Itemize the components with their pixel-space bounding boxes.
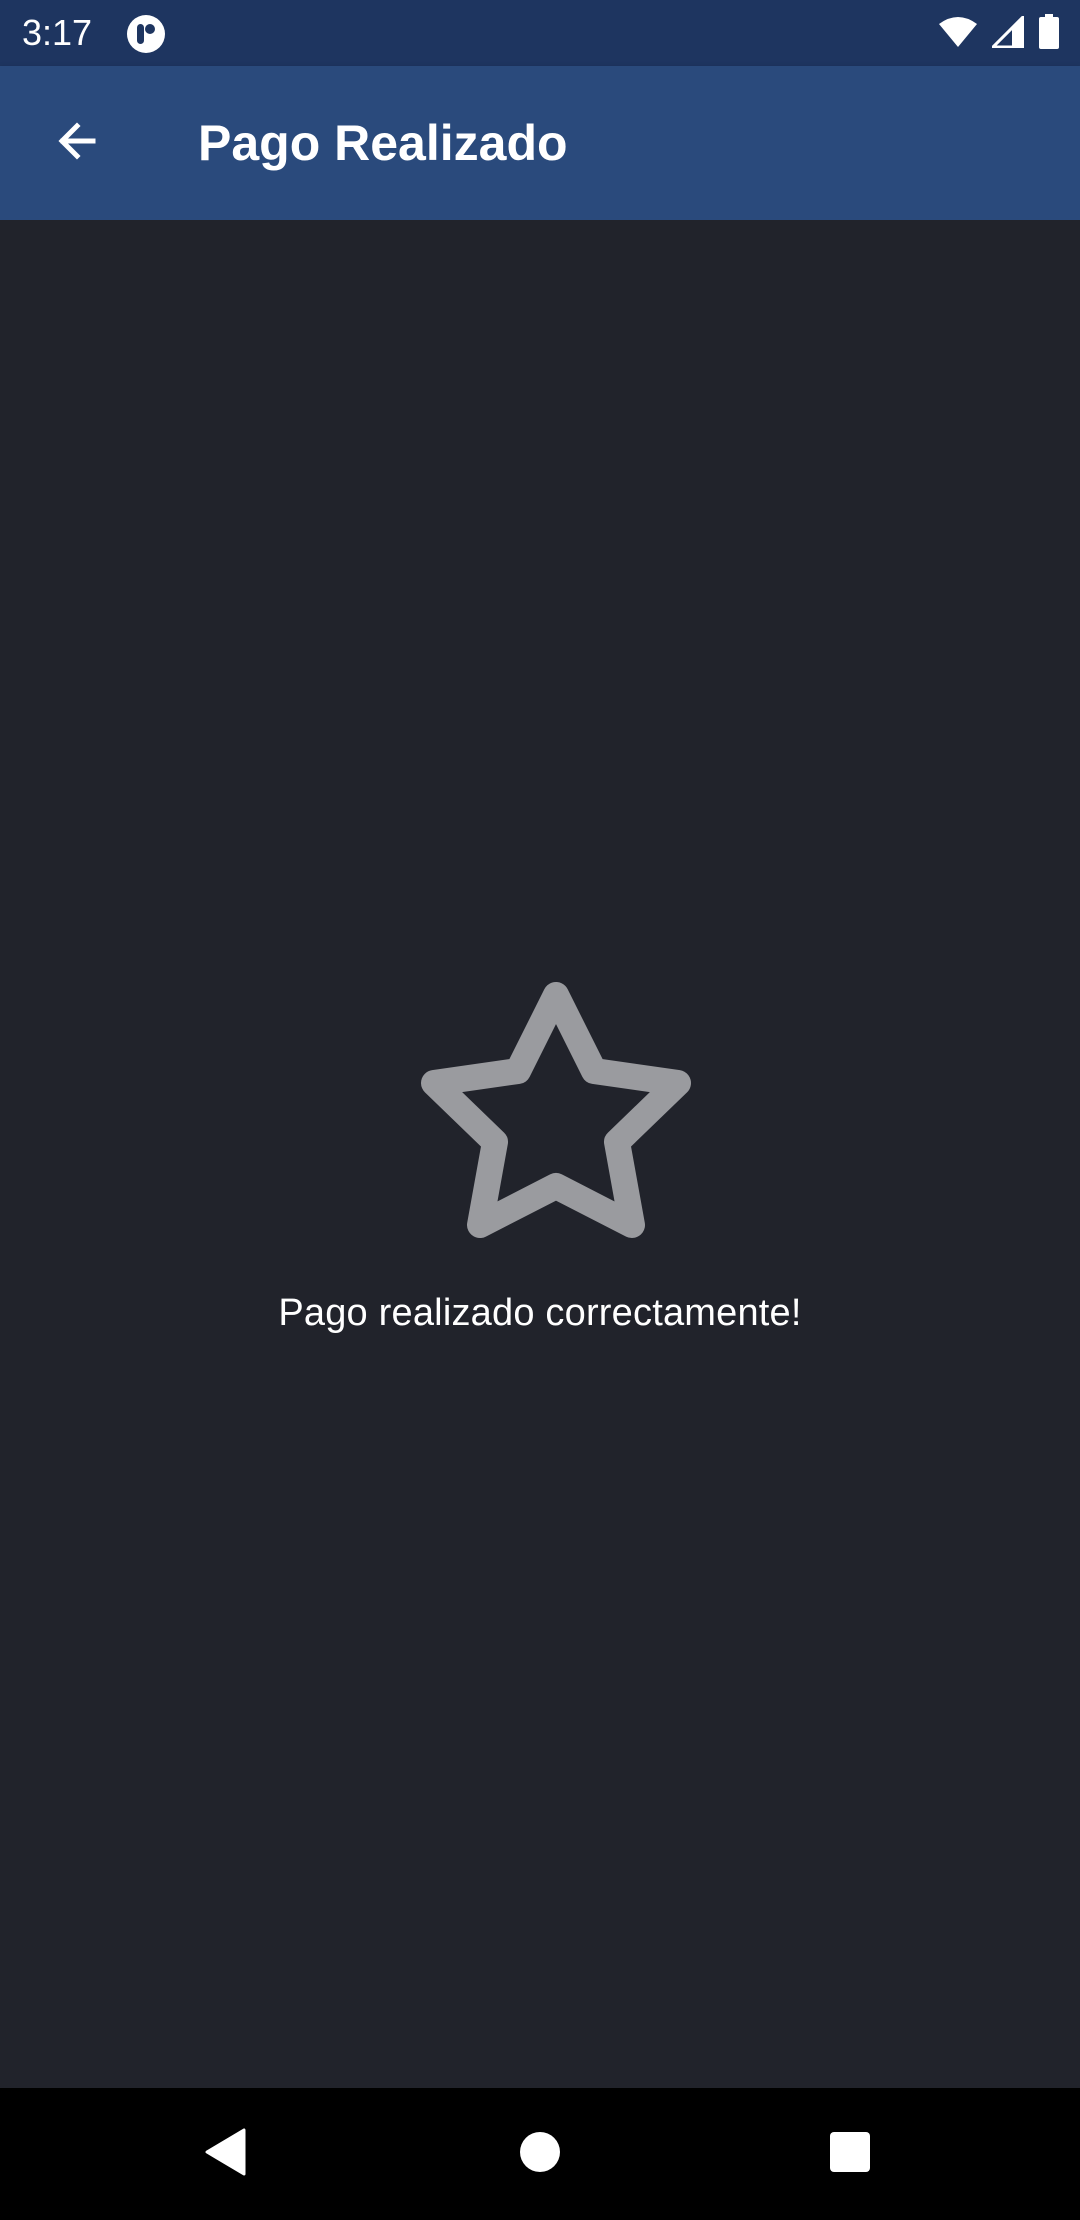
star-outline-icon bbox=[374, 975, 706, 1270]
nav-home-button[interactable] bbox=[504, 2118, 576, 2190]
success-message: Pago realizado correctamente! bbox=[278, 1292, 802, 1334]
arrow-left-icon bbox=[53, 117, 101, 170]
back-triangle-icon bbox=[204, 2128, 248, 2181]
recents-square-icon bbox=[828, 2130, 872, 2179]
status-icons bbox=[938, 12, 1060, 55]
status-time: 3:17 bbox=[22, 12, 93, 53]
back-button[interactable] bbox=[40, 106, 114, 180]
nav-back-button[interactable] bbox=[190, 2118, 262, 2190]
home-circle-icon bbox=[518, 2130, 562, 2179]
app-notification-icon bbox=[126, 14, 166, 54]
status-bar: 3:17 bbox=[0, 0, 1080, 66]
wifi-icon bbox=[938, 16, 978, 53]
app-bar: Pago Realizado bbox=[0, 66, 1080, 220]
cellular-signal-icon bbox=[989, 12, 1025, 53]
page-title: Pago Realizado bbox=[198, 115, 568, 171]
system-nav-bar bbox=[0, 2088, 1080, 2220]
battery-icon bbox=[1038, 13, 1060, 55]
payment-success-state: Pago realizado correctamente! bbox=[0, 975, 1080, 1336]
main-content: Pago realizado correctamente! bbox=[0, 220, 1080, 2088]
nav-recents-button[interactable] bbox=[814, 2118, 886, 2190]
